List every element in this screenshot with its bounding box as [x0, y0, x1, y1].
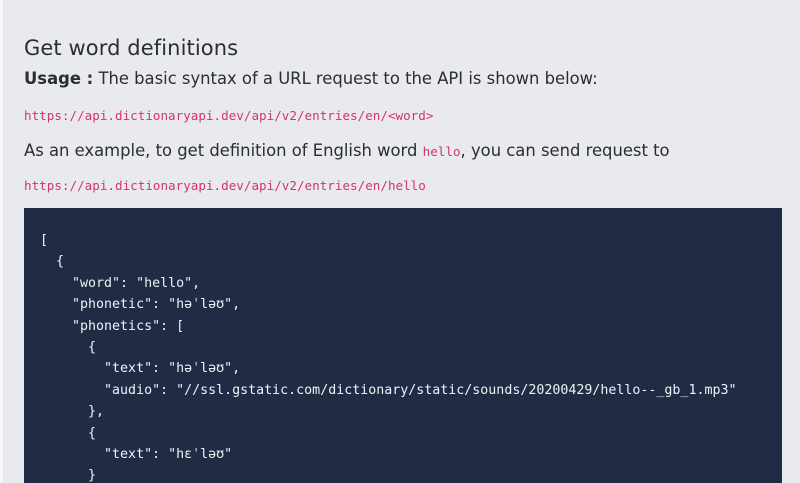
- code-line: "text": "həˈləʊ",: [40, 361, 241, 377]
- code-line: [: [40, 233, 49, 248]
- code-line: {: [40, 425, 97, 441]
- usage-label: Usage :: [24, 69, 94, 88]
- example-paragraph: As an example, to get definition of Engl…: [24, 141, 670, 160]
- syntax-url: https://api.dictionaryapi.dev/api/v2/ent…: [24, 108, 434, 123]
- example-text-after: , you can send request to: [460, 141, 670, 160]
- code-line: "phonetic": "həˈləʊ",: [40, 297, 241, 313]
- json-response-code-block: [ { "word": "hello", "phonetic": "həˈləʊ…: [24, 208, 782, 483]
- code-line: "word": "hello",: [40, 275, 201, 291]
- page: Get word definitions Usage : The basic s…: [0, 0, 800, 483]
- example-word-code: hello: [422, 144, 461, 159]
- code-line: "text": "hɛˈləʊ": [40, 447, 233, 463]
- code-line: }: [40, 468, 97, 483]
- usage-paragraph: Usage : The basic syntax of a URL reques…: [24, 69, 598, 88]
- code-line: },: [40, 404, 105, 420]
- example-url: https://api.dictionaryapi.dev/api/v2/ent…: [24, 178, 426, 193]
- usage-text: The basic syntax of a URL request to the…: [93, 69, 598, 88]
- section-title: Get word definitions: [24, 36, 239, 60]
- code-line: {: [40, 254, 65, 270]
- code-line: {: [40, 340, 97, 356]
- code-line: "audio": "//ssl.gstatic.com/dictionary/s…: [40, 382, 737, 398]
- example-text-before: As an example, to get definition of Engl…: [24, 141, 423, 160]
- code-line: "phonetics": [: [40, 318, 185, 334]
